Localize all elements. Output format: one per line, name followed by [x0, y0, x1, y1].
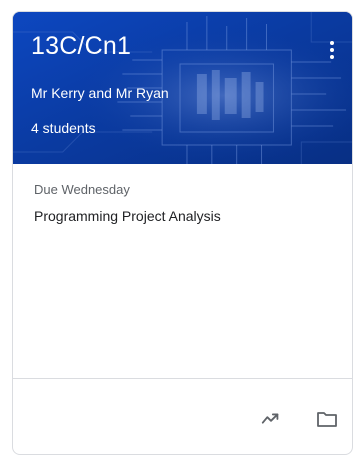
open-gradebook-button[interactable]: [257, 405, 285, 433]
trending-up-icon: [261, 413, 279, 424]
open-folder-button[interactable]: [313, 405, 341, 433]
card-footer: [13, 378, 352, 454]
class-name[interactable]: 13C/Cn1: [31, 32, 131, 61]
folder-icon: [317, 412, 337, 427]
more-options-button[interactable]: [320, 34, 344, 66]
student-count: 4 students: [31, 120, 96, 136]
teacher-names: Mr Kerry and Mr Ryan: [31, 85, 169, 101]
assignment-section: Due Wednesday Programming Project Analys…: [13, 164, 352, 378]
more-vert-icon: [330, 41, 334, 45]
class-card: 13C/Cn1 Mr Kerry and Mr Ryan 4 students …: [12, 11, 353, 455]
due-date: Due Wednesday: [34, 182, 130, 197]
assignment-link[interactable]: Programming Project Analysis: [34, 208, 332, 224]
class-banner[interactable]: 13C/Cn1 Mr Kerry and Mr Ryan 4 students: [13, 12, 352, 164]
